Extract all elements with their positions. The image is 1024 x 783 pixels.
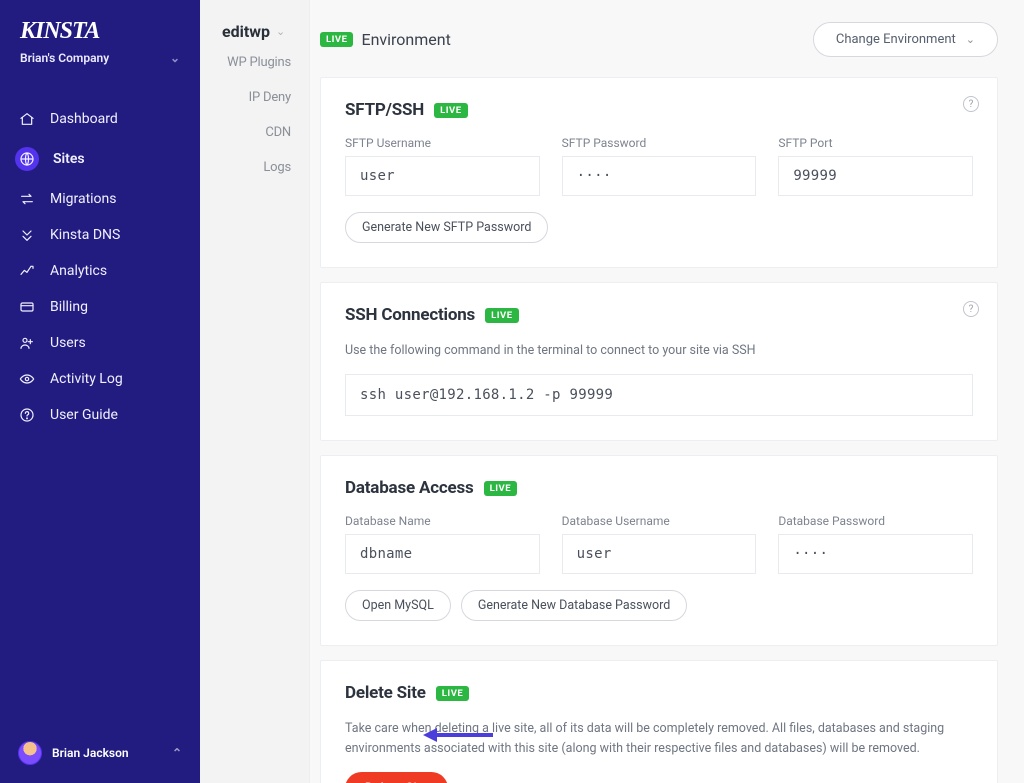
globe-icon <box>15 147 39 171</box>
help-icon <box>18 407 36 423</box>
change-environment-label: Change Environment <box>836 32 956 47</box>
db-name-label: Database Name <box>345 514 540 528</box>
user-name: Brian Jackson <box>52 746 129 760</box>
delete-hint: Take care when deleting a live site, all… <box>345 719 973 758</box>
site-title: editwp <box>222 22 270 41</box>
ssh-hint: Use the following command in the termina… <box>345 341 973 360</box>
db-name-field[interactable]: dbname <box>345 534 540 574</box>
generate-sftp-password-button[interactable]: Generate New SFTP Password <box>345 212 548 243</box>
sidebar-item-dns[interactable]: Kinsta DNS <box>0 217 200 253</box>
chevron-down-icon: ⌄ <box>966 33 975 46</box>
card-title: Database Access <box>345 478 474 498</box>
card-title: Delete Site <box>345 683 426 703</box>
live-badge: LIVE <box>436 686 469 701</box>
card-title: SFTP/SSH <box>345 100 424 120</box>
logo: KINSTA <box>0 0 200 49</box>
sidebar-item-user-guide[interactable]: User Guide <box>0 397 200 433</box>
card-ssh-connections: ? SSH Connections LIVE Use the following… <box>320 282 998 441</box>
sftp-password-label: SFTP Password <box>562 136 757 150</box>
live-badge: LIVE <box>434 103 467 118</box>
card-delete-site: Delete Site LIVE Take care when deleting… <box>320 660 998 783</box>
sidebar-item-migrations[interactable]: Migrations <box>0 181 200 217</box>
sftp-username-field[interactable]: user <box>345 156 540 196</box>
company-name: Brian's Company <box>20 51 109 65</box>
sidebar-item-label: Activity Log <box>50 371 123 387</box>
generate-db-password-button[interactable]: Generate New Database Password <box>461 590 687 621</box>
users-icon <box>18 335 36 351</box>
subnav-cdn[interactable]: CDN <box>200 121 309 144</box>
environment-label: Environment <box>361 30 450 49</box>
sidebar-item-label: Analytics <box>50 263 107 279</box>
db-username-field[interactable]: user <box>562 534 757 574</box>
sidebar-item-users[interactable]: Users <box>0 325 200 361</box>
site-subnav: editwp ⌄ WP Plugins IP Deny CDN Logs <box>200 0 310 783</box>
card-title: SSH Connections <box>345 305 475 325</box>
live-badge: LIVE <box>320 32 353 47</box>
sidebar-item-sites[interactable]: Sites <box>0 137 200 181</box>
db-password-field[interactable]: ···· <box>778 534 973 574</box>
change-environment-button[interactable]: Change Environment ⌄ <box>813 22 998 57</box>
eye-icon <box>18 371 36 387</box>
sidebar-item-label: User Guide <box>50 407 118 423</box>
sidebar-item-label: Billing <box>50 299 88 315</box>
sidebar-item-billing[interactable]: Billing <box>0 289 200 325</box>
avatar <box>18 741 42 765</box>
sidebar-item-label: Migrations <box>50 191 117 207</box>
analytics-icon <box>18 263 36 279</box>
chevron-down-icon: ⌄ <box>170 51 180 65</box>
db-username-label: Database Username <box>562 514 757 528</box>
sidebar-item-analytics[interactable]: Analytics <box>0 253 200 289</box>
sidebar: KINSTA Brian's Company ⌄ Dashboard Sites… <box>0 0 200 783</box>
company-switcher[interactable]: Brian's Company ⌄ <box>0 49 200 71</box>
home-icon <box>18 111 36 127</box>
db-password-label: Database Password <box>778 514 973 528</box>
delete-site-button[interactable]: Delete Site <box>345 772 448 783</box>
sidebar-item-label: Kinsta DNS <box>50 227 120 243</box>
ssh-command-field[interactable]: ssh user@192.168.1.2 -p 99999 <box>345 374 973 416</box>
migration-icon <box>18 191 36 207</box>
main-content: LIVE Environment Change Environment ⌄ ? … <box>310 0 1024 783</box>
sidebar-item-label: Dashboard <box>50 111 118 127</box>
open-mysql-button[interactable]: Open MySQL <box>345 590 451 621</box>
sidebar-item-label: Sites <box>53 151 85 167</box>
chevron-down-icon[interactable]: ⌄ <box>276 25 285 38</box>
sftp-username-label: SFTP Username <box>345 136 540 150</box>
chevron-up-icon: ⌃ <box>172 746 182 760</box>
user-menu[interactable]: Brian Jackson ⌃ <box>0 723 200 783</box>
help-icon[interactable]: ? <box>963 301 979 317</box>
sidebar-item-dashboard[interactable]: Dashboard <box>0 101 200 137</box>
sidebar-item-activity-log[interactable]: Activity Log <box>0 361 200 397</box>
live-badge: LIVE <box>485 308 518 323</box>
dns-icon <box>18 227 36 243</box>
sftp-port-field[interactable]: 99999 <box>778 156 973 196</box>
card-icon <box>18 299 36 315</box>
sftp-password-field[interactable]: ···· <box>562 156 757 196</box>
help-icon[interactable]: ? <box>963 96 979 112</box>
card-database-access: Database Access LIVE Database Name dbnam… <box>320 455 998 646</box>
sftp-port-label: SFTP Port <box>778 136 973 150</box>
subnav-logs[interactable]: Logs <box>200 156 309 179</box>
subnav-ip-deny[interactable]: IP Deny <box>200 86 309 109</box>
sidebar-item-label: Users <box>50 335 86 351</box>
live-badge: LIVE <box>484 481 517 496</box>
card-sftp-ssh: ? SFTP/SSH LIVE SFTP Username user SFTP … <box>320 77 998 268</box>
subnav-wp-plugins[interactable]: WP Plugins <box>200 51 309 74</box>
